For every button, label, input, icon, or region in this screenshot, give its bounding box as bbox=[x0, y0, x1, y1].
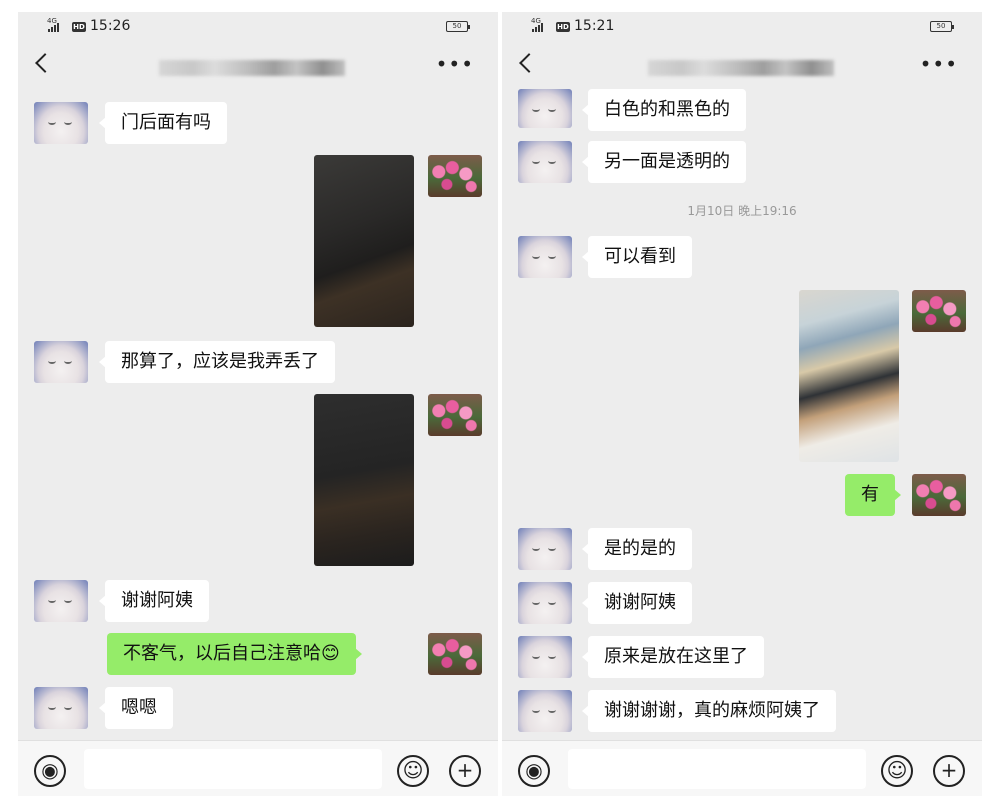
contact-avatar[interactable] bbox=[518, 582, 572, 624]
chat-screen-right: 4G HD 15:21 50 ••• 白色的和黑色的 另一面是透明的 1月10日… bbox=[502, 12, 982, 796]
more-dots-icon[interactable]: ••• bbox=[920, 52, 958, 76]
message-bubble[interactable]: 另一面是透明的 bbox=[582, 141, 746, 183]
battery-icon: 50 bbox=[930, 21, 954, 32]
signal-icon: 4G bbox=[47, 17, 59, 32]
status-time: 15:21 bbox=[574, 18, 615, 34]
message-bubble-outgoing[interactable]: 不客气，以后自己注意哈😊 bbox=[107, 633, 362, 675]
time-divider: 1月10日 晚上19:16 bbox=[687, 204, 797, 218]
contact-avatar[interactable] bbox=[518, 690, 572, 732]
message-bubble[interactable]: 原来是放在这里了 bbox=[582, 636, 764, 678]
self-avatar[interactable] bbox=[428, 394, 482, 436]
more-dots-icon[interactable]: ••• bbox=[436, 52, 474, 76]
plus-icon[interactable]: + bbox=[933, 755, 965, 787]
voice-icon[interactable]: ◉ bbox=[518, 755, 550, 787]
input-bar: ◉ ☺ + bbox=[18, 740, 498, 796]
self-avatar[interactable] bbox=[428, 633, 482, 675]
message-bubble[interactable]: 谢谢阿姨 bbox=[582, 582, 692, 624]
contact-avatar[interactable] bbox=[518, 141, 572, 183]
contact-avatar[interactable] bbox=[518, 528, 572, 570]
image-message[interactable] bbox=[799, 290, 899, 462]
hd-badge: HD bbox=[556, 22, 570, 32]
network-type: 4G bbox=[47, 17, 57, 25]
image-message[interactable] bbox=[314, 394, 414, 566]
image-message[interactable] bbox=[314, 155, 414, 327]
message-bubble[interactable]: 嗯嗯 bbox=[99, 687, 173, 729]
emoji-icon[interactable]: ☺ bbox=[397, 755, 429, 787]
message-bubble[interactable]: 是的是的 bbox=[582, 528, 692, 570]
battery-icon: 50 bbox=[446, 21, 470, 32]
emoji-icon[interactable]: ☺ bbox=[881, 755, 913, 787]
contact-avatar[interactable] bbox=[34, 580, 88, 622]
hd-badge: HD bbox=[72, 22, 86, 32]
message-bubble[interactable]: 门后面有吗 bbox=[99, 102, 227, 144]
signal-icon: 4G bbox=[531, 17, 543, 32]
contact-avatar[interactable] bbox=[518, 236, 572, 278]
chat-header: ••• bbox=[502, 42, 982, 92]
chat-header: ••• bbox=[18, 42, 498, 92]
self-avatar[interactable] bbox=[428, 155, 482, 197]
message-bubble[interactable]: 谢谢谢谢，真的麻烦阿姨了 bbox=[582, 690, 836, 732]
voice-icon[interactable]: ◉ bbox=[34, 755, 66, 787]
blurred-contact-name bbox=[159, 60, 345, 76]
contact-avatar[interactable] bbox=[34, 102, 88, 144]
input-bar: ◉ ☺ + bbox=[502, 740, 982, 796]
contact-avatar[interactable] bbox=[34, 687, 88, 729]
self-avatar[interactable] bbox=[912, 474, 966, 516]
message-bubble[interactable]: 谢谢阿姨 bbox=[99, 580, 209, 622]
message-input[interactable] bbox=[84, 749, 382, 789]
status-bar: 4G HD 15:26 50 bbox=[18, 12, 498, 42]
message-bubble-outgoing[interactable]: 有 bbox=[845, 474, 901, 516]
chat-screen-left: 4G HD 15:26 50 ••• 门后面有吗 那算了，应该是我弄丢了 谢谢阿… bbox=[18, 12, 498, 796]
message-bubble[interactable]: 那算了，应该是我弄丢了 bbox=[99, 341, 335, 383]
message-bubble[interactable]: 白色的和黑色的 bbox=[582, 89, 746, 131]
message-input[interactable] bbox=[568, 749, 866, 789]
blurred-contact-name bbox=[648, 60, 834, 76]
network-type: 4G bbox=[531, 17, 541, 25]
contact-avatar[interactable] bbox=[518, 89, 572, 128]
chevron-left-icon[interactable] bbox=[35, 53, 55, 73]
plus-icon[interactable]: + bbox=[449, 755, 481, 787]
self-avatar[interactable] bbox=[912, 290, 966, 332]
message-bubble[interactable]: 可以看到 bbox=[582, 236, 692, 278]
chevron-left-icon[interactable] bbox=[519, 53, 539, 73]
contact-avatar[interactable] bbox=[518, 636, 572, 678]
status-bar: 4G HD 15:21 50 bbox=[502, 12, 982, 42]
contact-avatar[interactable] bbox=[34, 341, 88, 383]
status-time: 15:26 bbox=[90, 18, 131, 34]
